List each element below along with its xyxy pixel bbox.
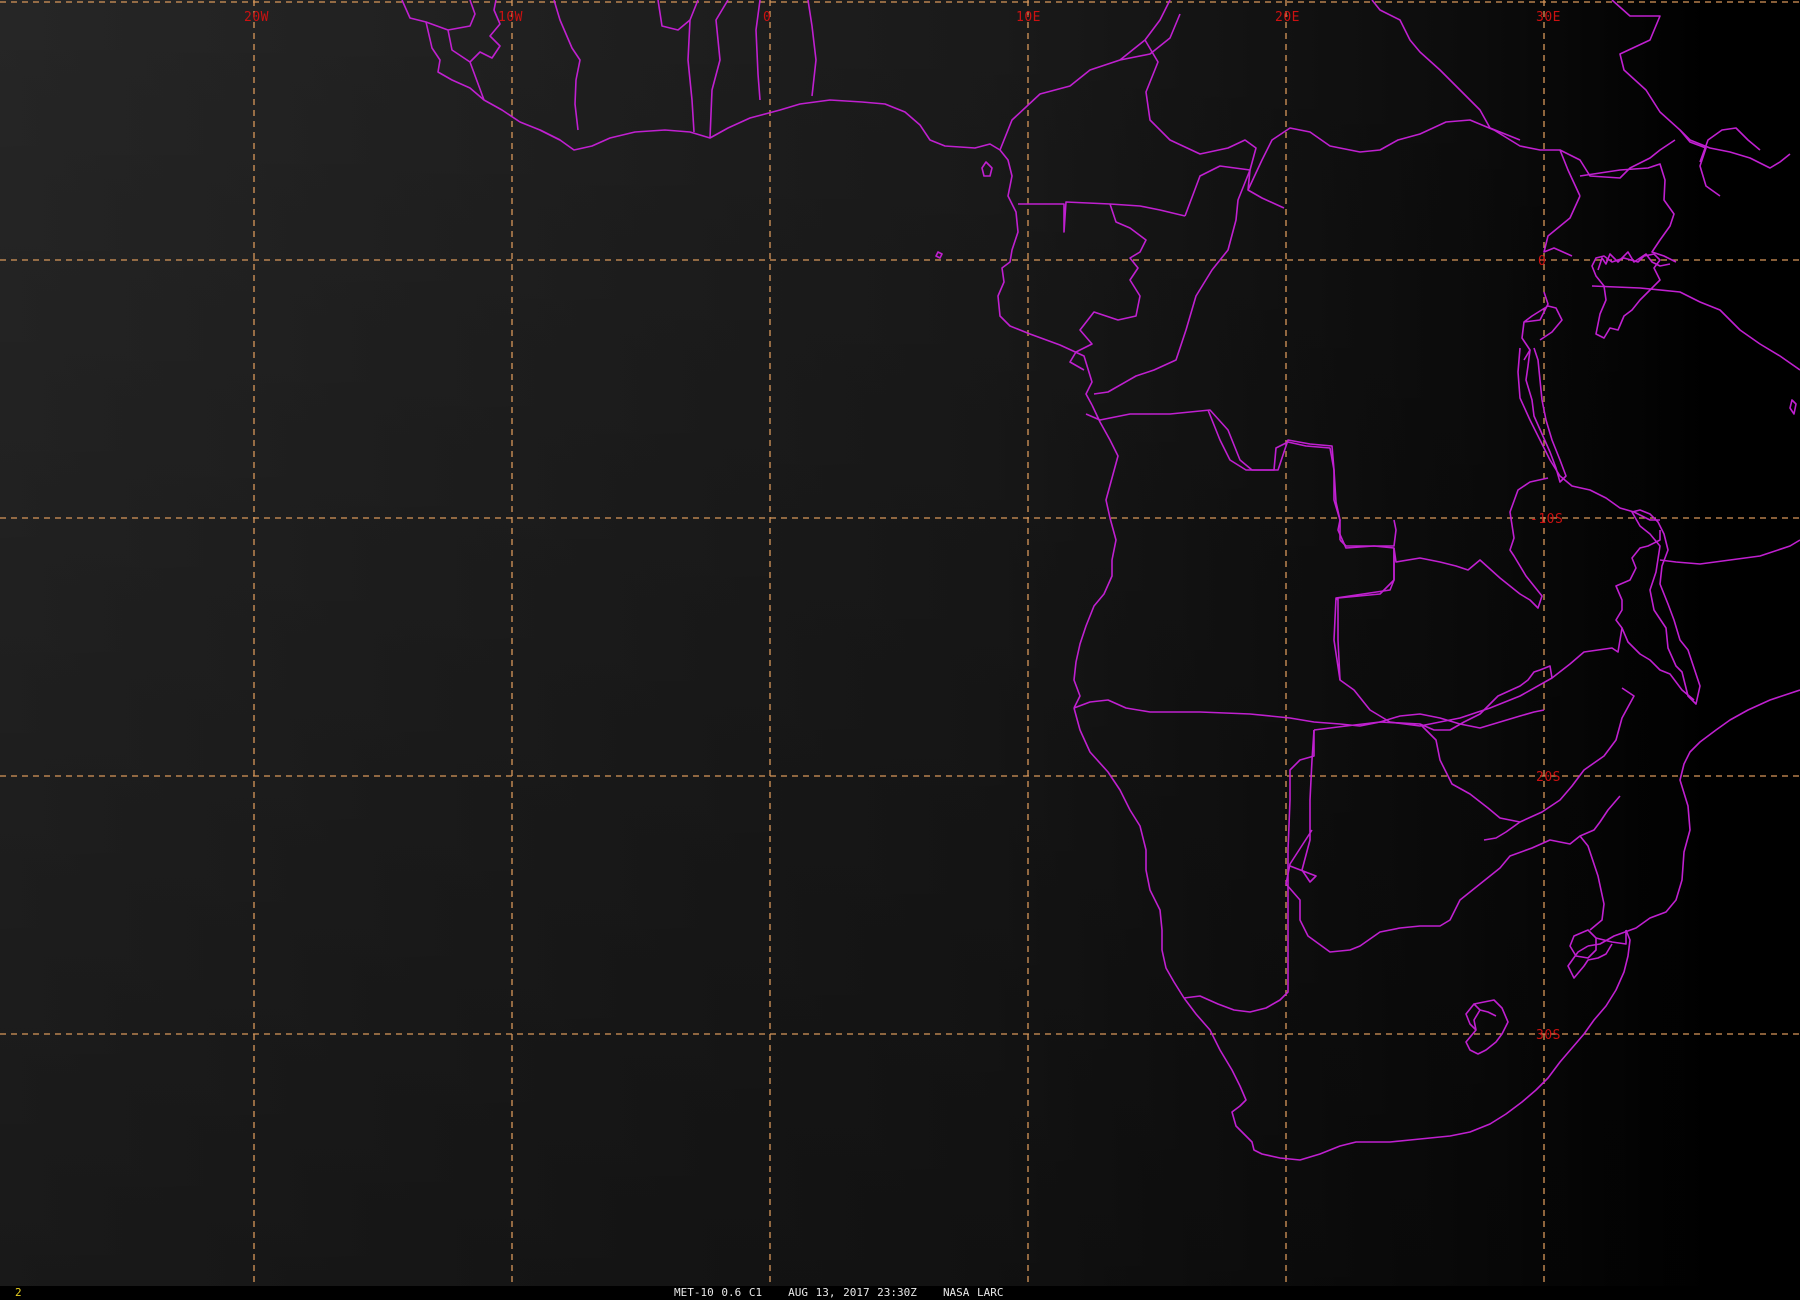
- satellite-channel: MET-10 0.6 C1: [674, 1286, 763, 1299]
- frame-number: 2: [15, 1286, 22, 1299]
- lat-label-20s: 20S: [1536, 770, 1561, 785]
- satellite-shading: [0, 0, 1800, 1300]
- image-source: NASA LARC: [942, 1286, 1004, 1299]
- lat-label-30s: 30S: [1536, 1028, 1561, 1043]
- satellite-map-viewer: 20W 10W 0 10E 20E 30E 0 -10S 20S 30S 2 M…: [0, 0, 1800, 1300]
- lat-label-10s: -10S: [1530, 512, 1563, 527]
- lat-label-0: 0: [1538, 254, 1546, 269]
- satellite-image-map: 20W 10W 0 10E 20E 30E 0 -10S 20S 30S: [0, 0, 1800, 1300]
- lon-label-10e: 10E: [1016, 10, 1041, 25]
- status-bar: 2 MET-10 0.6 C1 AUG 13, 2017 23:30Z NASA L…: [0, 1286, 1800, 1300]
- lon-label-20w: 20W: [244, 10, 269, 25]
- lon-label-0: 0: [763, 10, 771, 25]
- image-datetime: AUG 13, 2017 23:30Z: [788, 1286, 917, 1299]
- image-caption: MET-10 0.6 C1 AUG 13, 2017 23:30Z NASA LAR…: [674, 1286, 1030, 1300]
- lon-label-10w: 10W: [498, 10, 523, 25]
- lon-label-20e: 20E: [1275, 10, 1300, 25]
- lon-label-30e: 30E: [1536, 10, 1561, 25]
